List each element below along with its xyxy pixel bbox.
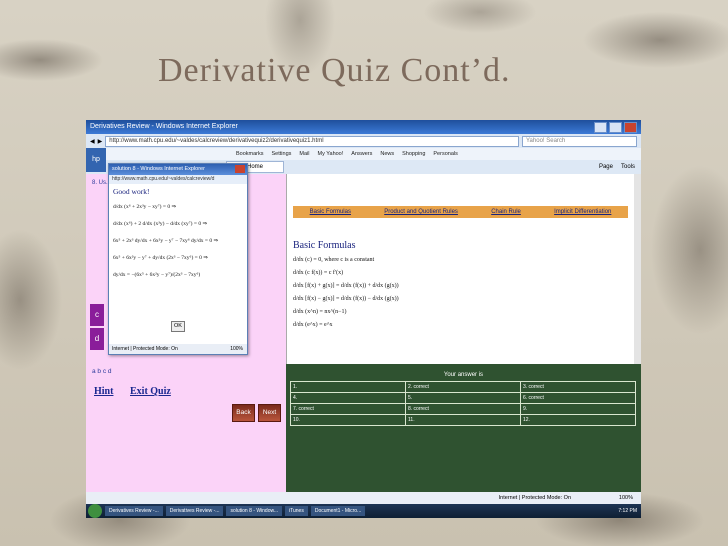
solution-steps: d/dx (x⁶ + 2x³y − xy⁷) = 0 ⇒ d/dx (x⁶) +… [113,199,247,284]
links-item[interactable]: Bookmarks [236,151,264,157]
solution-popup: solution 8 - Windows Internet Explorer h… [108,163,248,355]
popup-title-bar: solution 8 - Windows Internet Explorer [109,164,247,175]
answer-cell: 8. correct [405,403,521,415]
answer-cell: 2. correct [405,381,521,393]
taskbar-item[interactable]: Document1 - Micro... [310,506,366,516]
window-title: Derivatives Review - Windows Internet Ex… [90,123,238,130]
links-item[interactable]: Answers [351,151,372,157]
answer-cell: 7. correct [290,403,406,415]
taskbar-item[interactable]: Derivatives Review -... [165,506,224,516]
address-row: ◀ ▶ http://www.math.cpu.edu/~valdes/calc… [86,134,641,148]
slide-title: Derivative Quiz Cont’d. [158,52,511,89]
solution-step: d/dx (x⁶) + 2 d/dx (x³y) − d/dx (xy⁷) = … [113,221,208,227]
close-button[interactable] [624,122,637,133]
answer-panel: Your answer is 1. 2. correct 3. correct … [286,364,641,492]
popup-title: solution 8 - Windows Internet Explorer [112,166,205,172]
answer-cell: 6. correct [520,392,636,404]
forward-icon[interactable]: ▶ [98,138,103,145]
clock: 7:12 PM [618,508,637,514]
links-bar: Bookmarks Settings Mail My Yahoo! Answer… [86,148,641,160]
nav-implicit[interactable]: Implicit Differentiation [554,206,611,218]
table-row: 7. correct 8. correct 9. [290,403,636,415]
solution-step: 6x⁵ + 2x³ dy/dx + 6x²y − y⁷ − 7xy⁶ dy/dx… [113,238,219,244]
nav-basic-formulas[interactable]: Basic Formulas [310,206,351,218]
popup-address-bar[interactable]: http://www.math.cpu.edu/~valdes/calcrevi… [109,175,247,184]
table-row: 1. 2. correct 3. correct [290,381,636,393]
formula: d/dx (e^x) = e^x [293,322,333,328]
quiz-buttons: Back Next [232,404,281,422]
exit-quiz-link[interactable]: Exit Quiz [130,386,171,397]
taskbar: Derivatives Review -... Derivatives Revi… [86,504,641,518]
links-item[interactable]: My Yahoo! [317,151,343,157]
ok-button[interactable]: OK [171,321,185,332]
answer-cell: 5. [405,392,521,404]
hp-logo: hp [86,148,106,172]
reference-nav: Basic Formulas Product and Quotient Rule… [293,206,628,218]
popup-status-bar: Internet | Protected Mode: On 100% [109,344,247,354]
window-controls [594,122,637,133]
links-item[interactable]: News [380,151,394,157]
feedback-message: Good work! [113,187,150,196]
formula: d/dx [f(x) + g(x)] = d/dx (f(x)) + d/dx … [293,283,399,289]
section-title: Basic Formulas [293,240,356,251]
table-row: 4. 5. 6. correct [290,392,636,404]
links-item[interactable]: Personals [433,151,457,157]
solution-step: d/dx (x⁶ + 2x³y − xy⁷) = 0 ⇒ [113,204,177,210]
status-bar: Internet | Protected Mode: On 100% [86,492,641,504]
start-button[interactable] [88,504,102,518]
hint-link[interactable]: Hint [94,386,113,397]
solution-step: dy/dx = −(6x⁵ + 6x²y − y⁷)/(2x³ − 7xy⁶) [113,272,201,278]
formula: d/dx (c f(x)) = c f′(x) [293,270,344,276]
next-button[interactable]: Next [258,404,281,422]
popup-status: Internet | Protected Mode: On [112,346,178,352]
formula: d/dx (x^n) = nx^(n−1) [293,309,347,315]
taskbar-item[interactable]: Derivatives Review -... [105,506,163,516]
command-bar: Page Tools [599,164,635,170]
nav-chain-rule[interactable]: Chain Rule [491,206,521,218]
formula: d/dx (c) = 0, where c is a constant [293,257,375,263]
taskbar-item[interactable]: iTunes [285,506,308,516]
answer-header: Your answer is [443,372,484,378]
links-item[interactable]: Settings [272,151,292,157]
answer-cell: 10. [290,414,406,426]
links-item[interactable]: Mail [299,151,309,157]
minimize-button[interactable] [594,122,607,133]
popup-close-button[interactable] [235,165,245,173]
status-mode: Internet | Protected Mode: On [498,495,571,501]
nav-product-quotient[interactable]: Product and Quotient Rules [384,206,458,218]
reference-pane: Basic Formulas Product and Quotient Rule… [286,174,641,364]
answer-cell: 12. [520,414,636,426]
maximize-button[interactable] [609,122,622,133]
address-bar[interactable]: http://www.math.cpu.edu/~valdes/calcrevi… [105,135,519,147]
zoom-level[interactable]: 100% [619,492,633,504]
solution-step: 6x⁵ + 6x²y − y⁷ + dy/dx (2x³ − 7xy⁶) = 0… [113,255,208,261]
answer-cell: 9. [520,403,636,415]
popup-zoom[interactable]: 100% [230,344,243,354]
formula-list: d/dx (c) = 0, where c is a constant d/dx… [293,254,399,332]
answer-cell: 4. [290,392,406,404]
answer-cell: 1. [290,381,406,393]
table-row: 10. 11. 12. [290,414,636,426]
formula: d/dx [f(x) − g(x)] = d/dx (f(x)) − d/dx … [293,296,399,302]
answer-cell: 11. [405,414,521,426]
back-icon[interactable]: ◀ [90,138,95,145]
answer-table: 1. 2. correct 3. correct 4. 5. 6. correc… [290,381,636,426]
answer-options[interactable]: a b c d [92,368,112,375]
taskbar-item[interactable]: solution 8 - Window... [226,506,282,516]
page-menu[interactable]: Page [599,164,613,170]
search-input[interactable]: Yahoo! Search [522,135,637,147]
tools-menu[interactable]: Tools [621,164,635,170]
answer-cell: 3. correct [520,381,636,393]
option-d-tab[interactable]: d [90,328,104,350]
links-item[interactable]: Shopping [402,151,425,157]
back-button[interactable]: Back [232,404,255,422]
browser-title-bar: Derivatives Review - Windows Internet Ex… [86,120,641,134]
option-c-tab[interactable]: c [90,304,104,326]
scrollbar[interactable] [634,174,641,364]
